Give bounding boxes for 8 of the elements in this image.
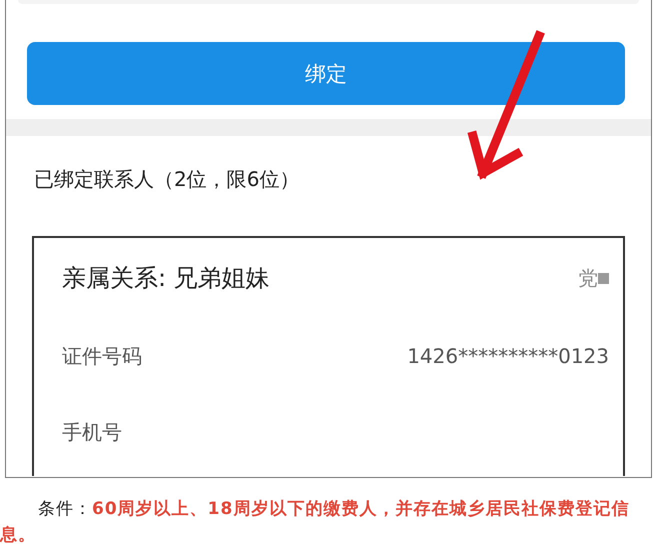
redaction-mark	[598, 272, 609, 284]
field-value: 1426**********0123	[407, 344, 609, 368]
relation-label: 亲属关系: 兄弟姐妹	[62, 263, 270, 294]
section-title: 已绑定联系人（2位，限6位）	[33, 166, 300, 193]
bind-button[interactable]: 绑定	[27, 42, 625, 105]
field-label: 手机号	[62, 418, 122, 446]
status-text: 党	[578, 264, 598, 292]
field-label: 证件号码	[62, 342, 142, 370]
